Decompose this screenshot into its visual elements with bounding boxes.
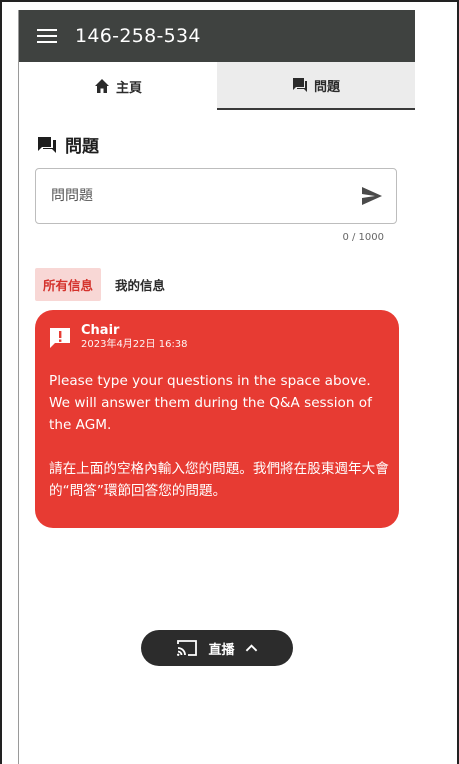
message-header: Chair 2023年4月22日 16:38 <box>49 324 188 351</box>
tab-bar: 主頁 問題 <box>19 62 415 110</box>
section-title: 問題 <box>37 132 99 157</box>
tab-home-label: 主頁 <box>115 80 142 96</box>
app-frame: 146-258-534 主頁 問題 問題 問問題 0 / 1000 所有信息 我… <box>18 10 415 764</box>
chat-icon <box>292 78 307 92</box>
question-box <box>35 168 397 224</box>
message-body: Please type your questions in the space … <box>49 370 389 502</box>
send-icon <box>362 187 382 205</box>
chevron-up-icon <box>245 644 257 652</box>
message-text-chinese: 請在上面的空格內輸入您的問題。我們將在股東週年大會的“問答”環節回答您的問題。 <box>49 461 389 499</box>
tab-home[interactable]: 主頁 <box>19 62 217 110</box>
message-meta: Chair 2023年4月22日 16:38 <box>81 324 188 351</box>
filter-all-messages[interactable]: 所有信息 <box>35 268 102 301</box>
character-counter: 0 / 1000 <box>342 232 384 243</box>
cast-icon <box>177 640 198 656</box>
section-title-text: 問題 <box>65 137 99 157</box>
home-icon <box>94 79 109 93</box>
message-card: Chair 2023年4月22日 16:38 Please type your … <box>35 310 399 528</box>
alert-message-icon <box>50 327 70 348</box>
hamburger-icon <box>37 29 57 43</box>
message-text-english: Please type your questions in the space … <box>49 373 372 433</box>
live-stream-button[interactable]: 直播 <box>141 630 293 666</box>
screenshot-border-top <box>0 0 459 2</box>
menu-button[interactable] <box>19 10 75 62</box>
message-filters: 所有信息 我的信息 <box>35 268 173 301</box>
question-input[interactable] <box>36 169 348 223</box>
screenshot-border-left <box>0 0 2 764</box>
live-stream-label: 直播 <box>208 642 235 658</box>
app-bar: 146-258-534 <box>19 10 415 62</box>
chat-icon <box>38 136 56 153</box>
app-title: 146-258-534 <box>75 25 201 47</box>
tab-questions[interactable]: 問題 <box>217 62 415 110</box>
filter-my-messages[interactable]: 我的信息 <box>107 268 173 301</box>
message-author: Chair <box>81 323 120 338</box>
message-timestamp: 2023年4月22日 16:38 <box>81 339 188 350</box>
send-button[interactable] <box>348 169 396 223</box>
tab-questions-label: 問題 <box>313 79 340 95</box>
